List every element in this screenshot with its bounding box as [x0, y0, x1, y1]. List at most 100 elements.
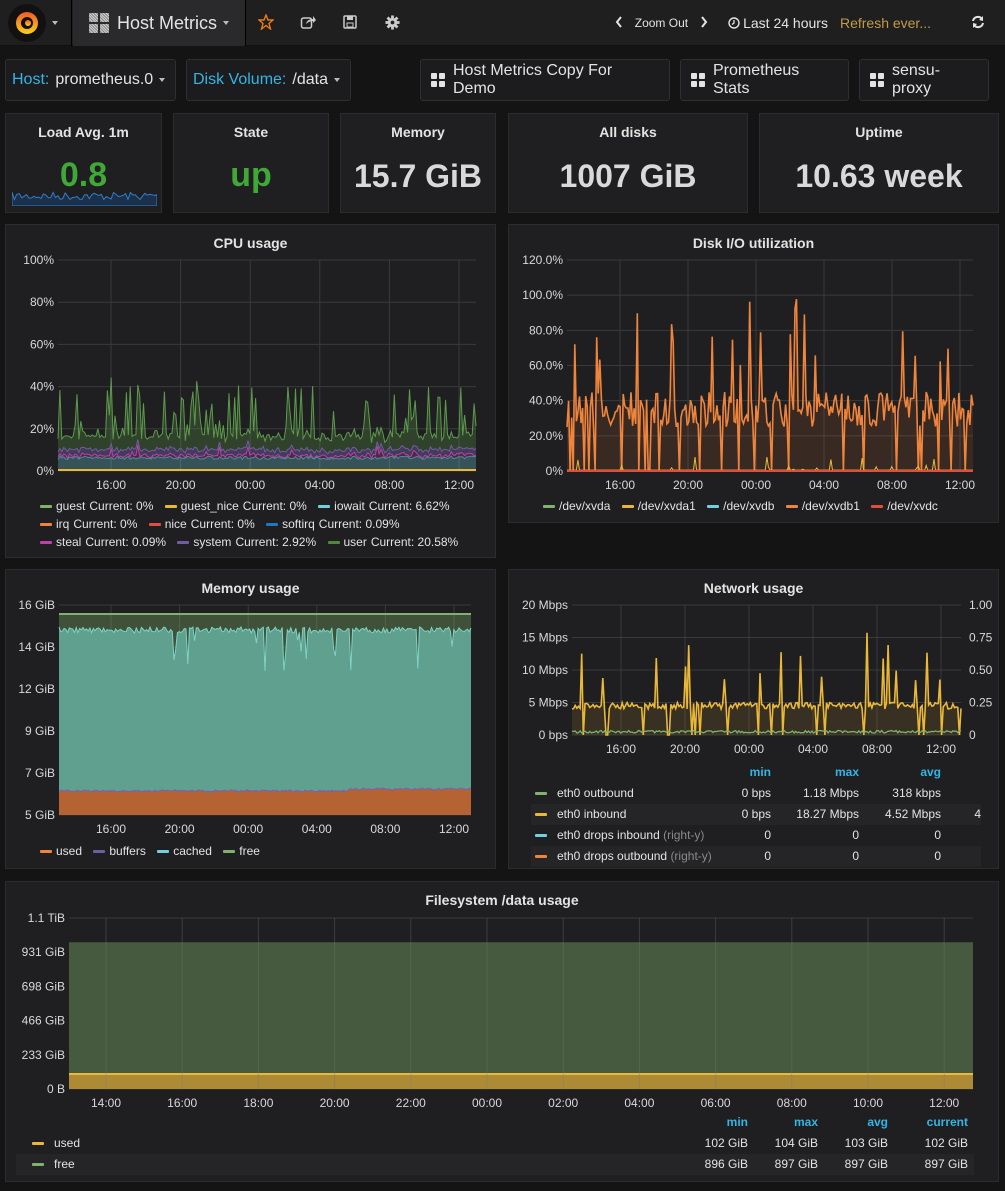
filesystem-usage-panel[interactable]: Filesystem /data usage 0 B 233 GiB 466 GiB… — [5, 881, 999, 1182]
network-usage-panel[interactable]: Network usage 0 bps 5 Mbps 10 Mbps 15 Mbps 2… — [508, 569, 999, 869]
legend-table-row[interactable]: eth0 inbound 0 bps 18.27 Mbps 4.52 Mbps 4 — [531, 804, 981, 825]
legend-current: Current: 0% — [242, 499, 307, 513]
cpu-usage-chart[interactable]: 0% 20% 40% 60% 80% 100% 16:00 20:00 00:00 04:00 08… — [6, 245, 497, 515]
legend-label: /dev/xvdb1 — [801, 499, 860, 513]
column-header-max[interactable]: max — [794, 1112, 818, 1133]
time-back-button[interactable] — [615, 15, 623, 31]
column-header-min[interactable]: min — [750, 762, 771, 783]
legend-item-used[interactable]: used — [40, 842, 82, 860]
y-right-tick-label: 0.50 — [969, 663, 993, 677]
legend-max-value: 0 — [852, 849, 859, 863]
legend-max-value: 0 — [852, 828, 859, 842]
column-header-current[interactable]: current — [927, 1112, 968, 1133]
x-tick-label: 18:00 — [243, 1096, 273, 1110]
grafana-menu-button[interactable] — [0, 0, 72, 46]
dashboard-link-sensu-proxy[interactable]: sensu-proxy — [859, 59, 989, 101]
legend-item-xvda[interactable]: /dev/xvda — [543, 497, 610, 515]
legend-current-value: 4 — [974, 807, 981, 821]
stat-panel-all-disks[interactable]: All disks 1007 GiB — [508, 113, 748, 213]
refresh-interval-picker[interactable]: Refresh ever... — [840, 15, 931, 31]
legend-item-guest-nice[interactable]: guest_nice Current: 0% — [164, 497, 307, 515]
cpu-usage-panel[interactable]: CPU usage 0% 20% 40% 60% 80% 100% 16:00 20:00 00… — [5, 224, 496, 558]
y-tick-label: 120.0% — [522, 253, 563, 267]
legend-item-steal[interactable]: steal Current: 0.09% — [40, 533, 166, 551]
time-forward-button[interactable] — [700, 15, 708, 31]
dashboard-title-button[interactable]: Host Metrics — [73, 0, 246, 46]
zoom-out-button[interactable]: Zoom Out — [635, 16, 688, 30]
filesystem-usage-chart[interactable]: 0 B 233 GiB 466 GiB 698 GiB 931 GiB 1.1 TiB 14… — [6, 902, 1000, 1112]
y-tick-label: 40.0% — [529, 394, 563, 408]
dashboard-link-prometheus-stats[interactable]: Prometheus Stats — [680, 59, 849, 101]
legend-item-xvdb[interactable]: /dev/xvdb — [707, 497, 774, 515]
legend-current: Current: 0% — [73, 517, 138, 531]
legend-swatch — [535, 813, 547, 817]
legend-item-nice[interactable]: nice Current: 0% — [148, 515, 255, 533]
host-variable-dropdown[interactable]: Host: prometheus.0 — [5, 59, 176, 101]
series-free-area — [69, 942, 973, 1075]
legend-table-row[interactable]: free 896 GiB 897 GiB 897 GiB 897 GiB — [16, 1154, 974, 1175]
legend-item-system[interactable]: system Current: 2.92% — [177, 533, 316, 551]
stat-panel-memory[interactable]: Memory 15.7 GiB — [340, 113, 496, 213]
x-tick-label: 16:00 — [96, 478, 126, 492]
chevron-down-icon — [333, 78, 340, 82]
stat-panel-load-avg[interactable]: Load Avg. 1m 0.8 — [5, 113, 162, 213]
legend-label: irq — [56, 517, 70, 531]
disk-volume-variable-dropdown[interactable]: Disk Volume: /data — [186, 59, 351, 101]
panel-title: All disks — [599, 124, 657, 140]
legend-item-xvdc[interactable]: /dev/xvdc — [871, 497, 938, 515]
legend-table-row[interactable]: eth0 outbound 0 bps 1.18 Mbps 318 kbps — [531, 783, 981, 804]
y-tick-label: 466 GiB — [22, 1014, 65, 1028]
column-header-avg[interactable]: avg — [920, 762, 941, 783]
disk-io-panel[interactable]: Disk I/O utilization 0% 20.0% 40.0% 60.0% 80… — [508, 224, 999, 523]
legend-table-row[interactable]: eth0 drops inbound (right-y) 0 0 0 — [531, 825, 981, 846]
network-usage-chart[interactable]: 0 bps 5 Mbps 10 Mbps 15 Mbps 20 Mbps 0 0.25 0.5… — [509, 590, 1000, 770]
legend-label: system — [193, 535, 232, 549]
legend-swatch — [148, 523, 161, 527]
gear-icon[interactable] — [384, 12, 400, 32]
memory-usage-panel[interactable]: Memory usage 5 GiB 7 GiB 9 GiB 12 GiB 14 GiB… — [5, 569, 496, 869]
y-tick-label: 10 Mbps — [522, 663, 568, 677]
refresh-icon[interactable] — [971, 15, 985, 32]
legend-swatch — [93, 850, 106, 854]
legend-item-user[interactable]: user Current: 20.58% — [327, 533, 458, 551]
stat-panel-uptime[interactable]: Uptime 10.63 week — [759, 113, 999, 213]
legend-swatch — [785, 505, 798, 509]
disk-io-chart[interactable]: 0% 20.0% 40.0% 60.0% 80.0% 100.0% 120.0% 16:00 2… — [509, 245, 1000, 515]
legend-label: /dev/xvda1 — [637, 499, 696, 513]
column-header-max[interactable]: max — [835, 762, 859, 783]
x-tick-label: 16:00 — [605, 478, 635, 492]
all-disks-value: 1007 GiB — [559, 158, 697, 194]
memory-usage-chart[interactable]: 5 GiB 7 GiB 9 GiB 12 GiB 14 GiB 16 GiB 16:00 20… — [6, 590, 497, 850]
legend-item-iowait[interactable]: iowait Current: 6.62% — [318, 497, 450, 515]
legend-table-row[interactable]: eth0 drops outbound (right-y) 0 0 0 — [531, 846, 981, 867]
legend-label: guest_nice — [180, 499, 239, 513]
column-header-avg[interactable]: avg — [867, 1112, 888, 1133]
save-icon[interactable] — [342, 12, 358, 32]
legend-item-softirq[interactable]: softirq Current: 0.09% — [266, 515, 400, 533]
x-tick-label: 16:00 — [96, 822, 126, 836]
stat-panel-state[interactable]: State up — [173, 113, 329, 213]
legend-label: /dev/xvda — [559, 499, 611, 513]
legend-swatch — [535, 855, 547, 859]
legend-item-irq[interactable]: irq Current: 0% — [40, 515, 137, 533]
share-icon[interactable] — [300, 12, 316, 32]
legend-item-free[interactable]: free — [223, 842, 260, 860]
legend-item-xvda1[interactable]: /dev/xvda1 — [621, 497, 696, 515]
legend-series-name: used — [32, 1133, 80, 1154]
legend-max-value: 18.27 Mbps — [796, 807, 859, 821]
star-icon[interactable] — [258, 12, 274, 32]
x-tick-label: 20:00 — [670, 742, 700, 756]
legend-item-cached[interactable]: cached — [157, 842, 212, 860]
network-legend-table: min max avg eth0 outbound 0 bps 1.18 Mbps… — [531, 762, 981, 867]
time-range-picker[interactable]: Last 24 hours — [728, 15, 828, 31]
dashboard-link-host-metrics-copy[interactable]: Host Metrics Copy For Demo — [420, 59, 670, 101]
legend-item-guest[interactable]: guest Current: 0% — [40, 497, 153, 515]
legend-swatch — [707, 505, 720, 509]
legend-table-row[interactable]: used 102 GiB 104 GiB 103 GiB 102 GiB — [16, 1133, 974, 1154]
y-tick-label: 5 Mbps — [529, 696, 568, 710]
column-header-min[interactable]: min — [727, 1112, 748, 1133]
legend-current: Current: 0% — [190, 517, 255, 531]
legend-item-xvdb1[interactable]: /dev/xvdb1 — [785, 497, 860, 515]
grafana-logo-icon — [8, 4, 46, 42]
legend-item-buffers[interactable]: buffers — [93, 842, 146, 860]
